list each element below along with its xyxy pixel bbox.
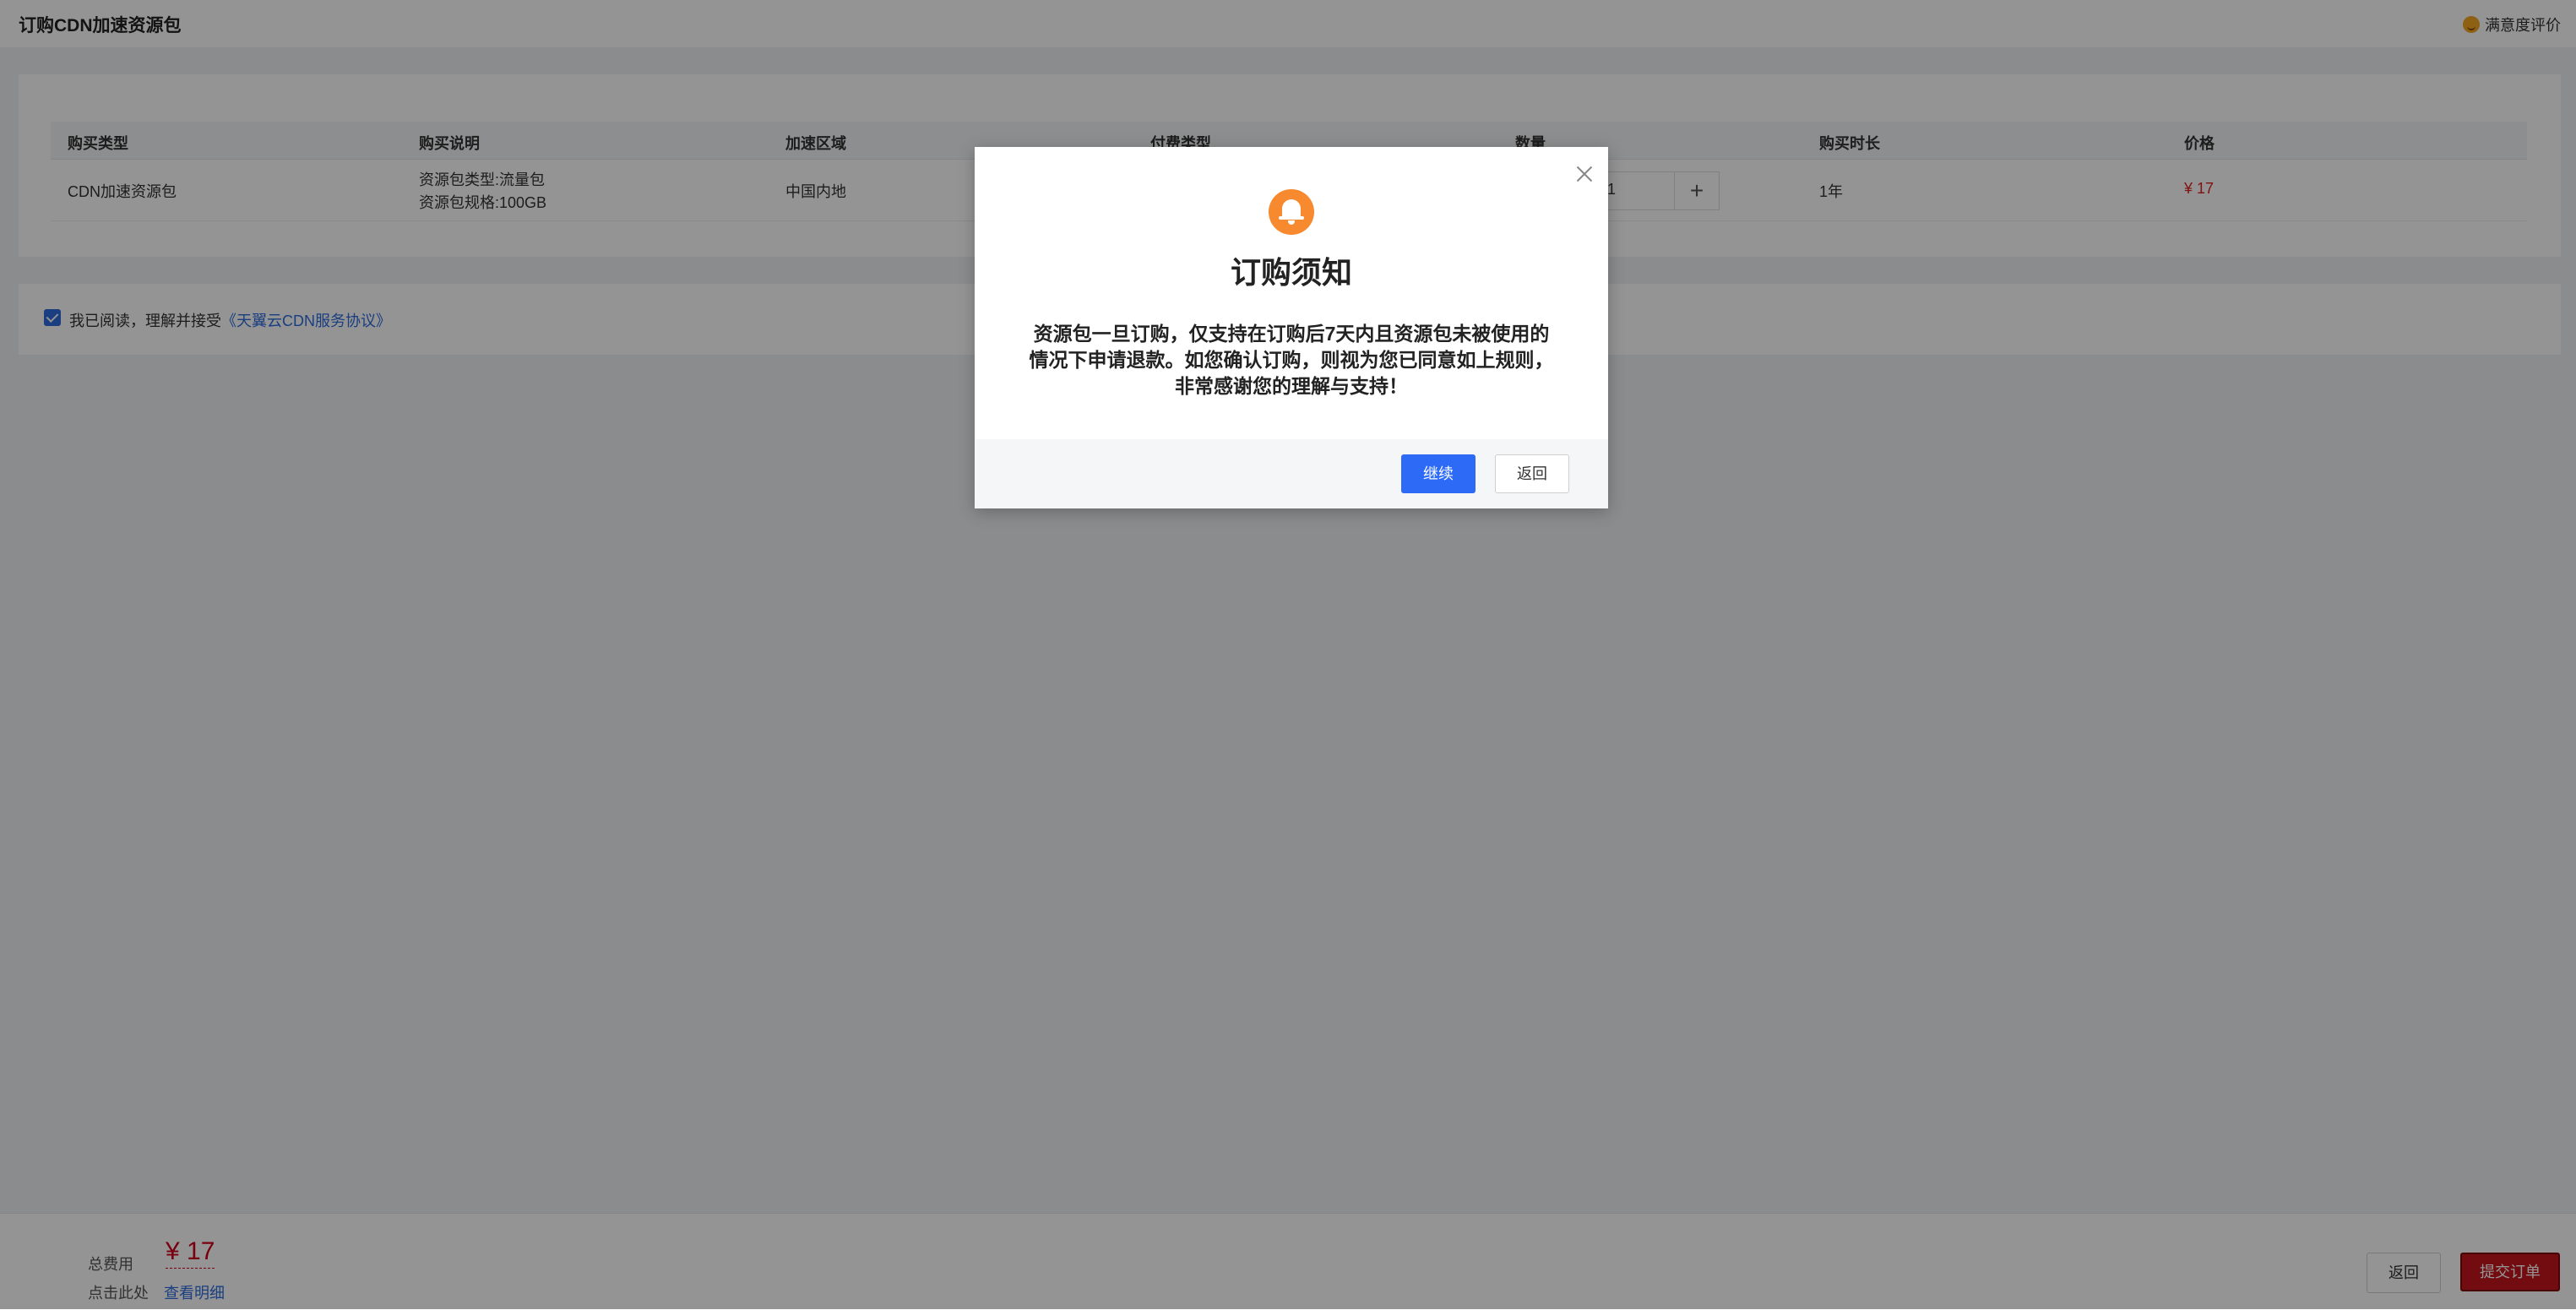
bell-icon xyxy=(1269,189,1314,235)
close-icon[interactable] xyxy=(1574,164,1595,184)
modal-return-button[interactable]: 返回 xyxy=(1495,454,1569,493)
continue-button[interactable]: 继续 xyxy=(1401,454,1475,493)
modal-body: 资源包一旦订购，仅支持在订购后7天内且资源包未被使用的 情况下申请退款。如您确认… xyxy=(1014,321,1569,400)
modal-body-line: 资源包一旦订购，仅支持在订购后7天内且资源包未被使用的 xyxy=(1033,323,1550,345)
modal-body-line: 情况下申请退款。如您确认订购，则视为您已同意如上规则， xyxy=(1029,349,1554,371)
modal-title: 订购须知 xyxy=(1230,255,1352,290)
modal-body-line: 非常感谢您的理解与支持！ xyxy=(1175,375,1408,397)
